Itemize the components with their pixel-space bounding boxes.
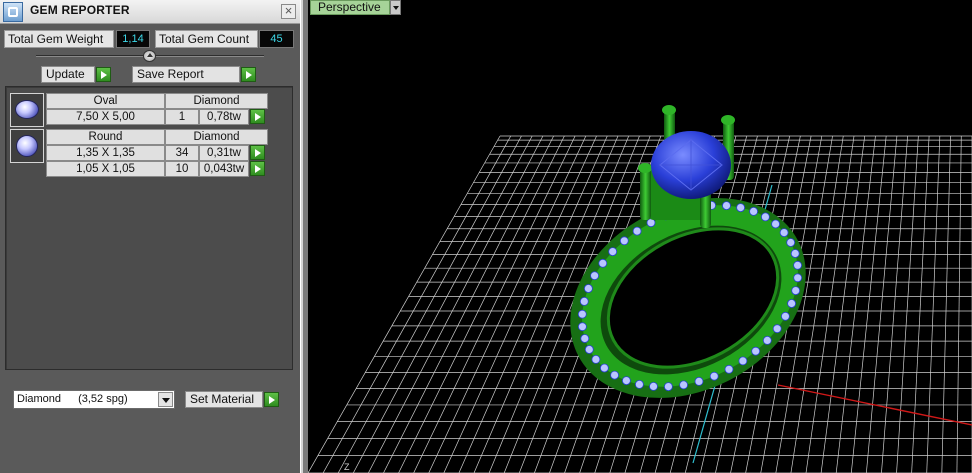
pave-stone bbox=[577, 309, 587, 319]
gem-row-size: 1,35 X 1,35 bbox=[46, 145, 165, 161]
gem-row-count: 1 bbox=[165, 109, 199, 125]
gem-row-size: 7,50 X 5,00 bbox=[46, 109, 165, 125]
gem-row-go-arrow-icon[interactable] bbox=[250, 145, 265, 160]
pave-stone bbox=[621, 376, 631, 386]
update-button[interactable]: Update bbox=[41, 66, 95, 83]
pave-stone bbox=[579, 296, 589, 306]
save-report-go-arrow-icon[interactable] bbox=[241, 67, 256, 82]
pave-stone bbox=[632, 226, 642, 236]
pave-stone bbox=[772, 324, 782, 334]
perspective-view-tab[interactable]: Perspective bbox=[310, 0, 390, 15]
dropdown-arrow-icon[interactable] bbox=[158, 392, 173, 407]
app-icon bbox=[3, 2, 23, 22]
pave-stone bbox=[619, 236, 629, 246]
view-menu-arrow-icon[interactable] bbox=[390, 0, 401, 15]
gem-row-count: 10 bbox=[165, 161, 199, 177]
pave-stone bbox=[649, 381, 658, 391]
pave-stone bbox=[608, 247, 618, 257]
pave-stone bbox=[591, 354, 601, 364]
pave-stone bbox=[762, 335, 772, 345]
material-density: (3,52 spg) bbox=[78, 393, 128, 405]
pave-stone bbox=[771, 219, 781, 229]
pave-stone bbox=[786, 238, 796, 247]
pave-stone bbox=[663, 382, 673, 392]
slider-thumb-icon[interactable] bbox=[143, 50, 156, 62]
pave-stone bbox=[583, 284, 593, 293]
pave-stone bbox=[749, 206, 759, 216]
pave-stone bbox=[779, 228, 789, 238]
gem-row-count: 34 bbox=[165, 145, 199, 161]
gem-group-shape: Oval bbox=[46, 93, 165, 109]
pave-stone bbox=[780, 311, 790, 321]
window-title: GEM REPORTER bbox=[30, 3, 130, 17]
pave-stone bbox=[787, 299, 797, 308]
save-report-button[interactable]: Save Report bbox=[132, 66, 240, 83]
total-weight-value: 1,14 bbox=[116, 30, 150, 48]
pave-stone bbox=[610, 370, 620, 380]
pave-stone bbox=[760, 212, 770, 222]
pave-stone bbox=[598, 258, 608, 268]
update-go-arrow-icon[interactable] bbox=[96, 67, 111, 82]
total-count-label: Total Gem Count bbox=[155, 30, 258, 48]
round-gem-icon[interactable] bbox=[10, 129, 44, 163]
gem-row-weight: 0,043tw bbox=[199, 161, 249, 177]
pave-stone bbox=[634, 379, 644, 389]
pave-stone bbox=[790, 249, 800, 258]
pave-stone bbox=[580, 334, 590, 343]
gem-group-material: Diamond bbox=[165, 93, 268, 109]
gem-row-go-arrow-icon[interactable] bbox=[250, 161, 265, 176]
gem-row-size: 1,05 X 1,05 bbox=[46, 161, 165, 177]
pave-stone bbox=[590, 271, 600, 281]
gem-row-weight: 0,31tw bbox=[199, 145, 249, 161]
gem-row-go-arrow-icon[interactable] bbox=[250, 109, 265, 124]
pave-stone bbox=[751, 346, 761, 356]
pave-stone bbox=[709, 371, 719, 381]
ring-model bbox=[570, 105, 806, 398]
pave-stone bbox=[679, 380, 689, 390]
gem-list[interactable]: Oval Diamond 7,50 X 5,00 1 0,78tw Round … bbox=[5, 86, 293, 370]
pave-stone bbox=[584, 345, 594, 354]
total-count-value: 45 bbox=[259, 30, 294, 48]
oval-gem-icon[interactable] bbox=[10, 93, 44, 127]
pave-stone bbox=[793, 260, 803, 270]
set-material-go-arrow-icon[interactable] bbox=[264, 392, 279, 407]
pave-stone bbox=[577, 322, 587, 332]
material-name: Diamond bbox=[17, 393, 62, 405]
pave-stone bbox=[736, 203, 746, 213]
pave-stone bbox=[724, 364, 734, 374]
z-axis-label: Z bbox=[344, 462, 350, 472]
gem-reporter-panel: GEM REPORTER × Total Gem Weight 1,14 Tot… bbox=[0, 0, 303, 473]
close-icon[interactable]: × bbox=[281, 4, 296, 19]
material-dropdown[interactable]: Diamond (3,52 spg) bbox=[13, 390, 175, 409]
pave-stone bbox=[791, 286, 801, 296]
total-weight-label: Total Gem Weight bbox=[4, 30, 114, 48]
gem-row-weight: 0,78tw bbox=[199, 109, 249, 125]
pave-stone bbox=[738, 356, 748, 366]
3d-viewport[interactable]: Z Perspective bbox=[308, 0, 972, 473]
pave-stone bbox=[722, 201, 731, 211]
pave-stone bbox=[599, 363, 609, 373]
title-bar[interactable]: GEM REPORTER × bbox=[0, 0, 300, 24]
pave-stone bbox=[694, 376, 704, 386]
gem-group-shape: Round bbox=[46, 129, 165, 145]
viewport-scene[interactable]: Z bbox=[308, 0, 972, 473]
gem-group-material: Diamond bbox=[165, 129, 268, 145]
pave-stone bbox=[793, 273, 803, 283]
set-material-button[interactable]: Set Material bbox=[185, 391, 263, 408]
